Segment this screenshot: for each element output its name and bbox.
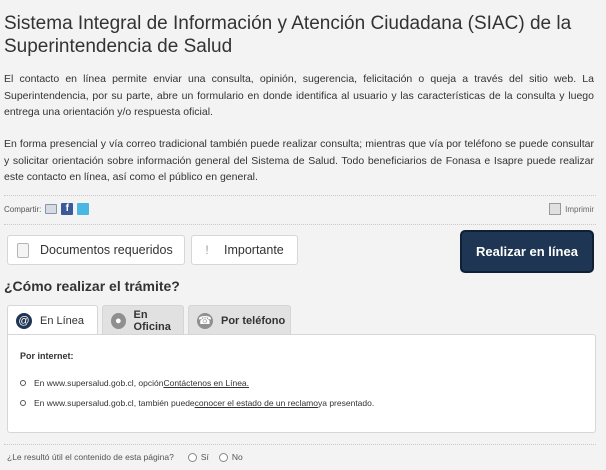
share-label: Compartir: xyxy=(4,204,42,214)
feedback-question: ¿Le resultó útil el contenido de esta pá… xyxy=(7,452,174,462)
tab-en-oficina[interactable]: ● En Oficina xyxy=(102,305,184,335)
bullet-icon xyxy=(20,400,26,406)
phone-icon: ☎ xyxy=(197,312,213,329)
feedback-no-label: No xyxy=(231,452,243,462)
printer-icon xyxy=(549,203,562,215)
contact-online-link[interactable]: Contáctenos en Línea. xyxy=(163,378,249,388)
feedback-bar: ¿Le resultó útil el contenido de esta pá… xyxy=(7,452,243,462)
item-text: En www.supersalud.gob.cl, opción xyxy=(34,378,164,388)
feedback-yes-radio[interactable] xyxy=(187,452,197,462)
tab-label: Por teléfono xyxy=(221,314,286,327)
tab-panel: Por internet: En www.supersalud.gob.cl, … xyxy=(7,334,596,433)
intro-paragraph-2: En forma presencial y vía correo tradici… xyxy=(4,138,594,183)
mail-icon[interactable] xyxy=(45,204,58,214)
claim-status-link[interactable]: conocer el estado de un reclamo xyxy=(195,398,318,408)
online-request-button[interactable]: Realizar en línea xyxy=(460,230,594,273)
important-label: Importante xyxy=(224,243,284,257)
intro-paragraph-1: El contacto en línea permite enviar una … xyxy=(4,73,594,118)
list-item: En www.supersalud.gob.cl, también puede … xyxy=(20,393,374,413)
at-icon: @ xyxy=(16,313,32,329)
how-title: ¿Cómo realizar el trámite? xyxy=(4,278,180,294)
tab-label: En Línea xyxy=(40,315,85,327)
feedback-no-radio[interactable] xyxy=(218,452,228,462)
facebook-icon[interactable]: f xyxy=(61,203,74,215)
panel-heading: Por internet: xyxy=(20,351,74,361)
divider xyxy=(4,224,596,225)
tab-label: En Oficina xyxy=(133,308,171,333)
share-bar: Compartir: f xyxy=(4,203,90,215)
list-item: En www.supersalud.gob.cl, opción Contáct… xyxy=(20,373,374,393)
page-title: Sistema Integral de Información y Atenci… xyxy=(4,13,572,57)
tab-bar: @ En Línea ● En Oficina ☎ Por teléfono xyxy=(7,305,295,336)
tab-por-telefono[interactable]: ☎ Por teléfono xyxy=(188,305,291,335)
exclamation-icon: ! xyxy=(205,243,209,257)
divider xyxy=(4,444,596,445)
tab-en-linea[interactable]: @ En Línea xyxy=(7,305,98,336)
print-link[interactable]: Imprimir xyxy=(549,203,594,215)
important-button[interactable]: ! Importante xyxy=(191,235,298,265)
feedback-yes-label: Sí xyxy=(200,452,209,462)
item-text: En www.supersalud.gob.cl, también puede xyxy=(34,398,195,408)
documents-required-label: Documentos requeridos xyxy=(40,243,173,257)
location-pin-icon: ● xyxy=(111,312,126,329)
documents-required-button[interactable]: Documentos requeridos xyxy=(7,235,185,265)
print-label: Imprimir xyxy=(565,204,594,214)
divider xyxy=(4,195,596,196)
item-text: ya presentado. xyxy=(317,398,375,408)
bullet-icon xyxy=(20,380,26,386)
document-icon xyxy=(16,242,30,258)
twitter-icon[interactable] xyxy=(77,203,90,215)
option-list: En www.supersalud.gob.cl, opción Contáct… xyxy=(20,373,374,413)
